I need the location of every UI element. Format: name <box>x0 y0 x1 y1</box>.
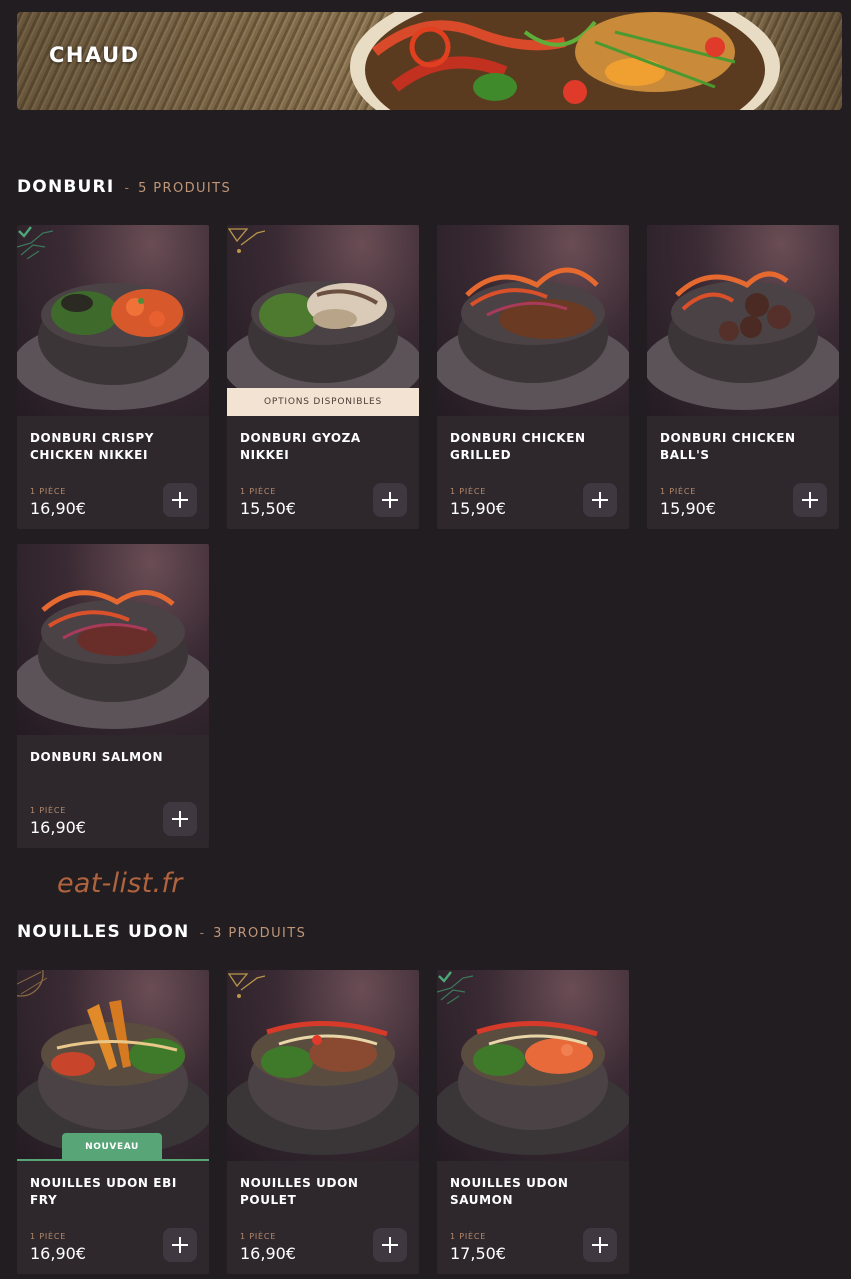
product-image <box>227 970 419 1161</box>
product-unit: 1 PIÈCE <box>240 487 277 496</box>
plus-icon <box>172 1237 188 1253</box>
product-card[interactable]: OPTIONS DISPONIBLES DONBURI GYOZA NIKKEI… <box>227 225 419 529</box>
product-image: OPTIONS DISPONIBLES <box>227 225 419 416</box>
new-badge: NOUVEAU <box>62 1133 162 1161</box>
product-image <box>17 225 209 416</box>
product-name: DONBURI CHICKEN BALL'S <box>660 431 796 462</box>
product-card[interactable]: DONBURI CHICKEN GRILLED 1 PIÈCE 15,90€ <box>437 225 629 529</box>
gold-leaf-icon <box>227 228 265 253</box>
product-image <box>647 225 839 416</box>
product-name: DONBURI GYOZA NIKKEI <box>240 431 361 462</box>
product-card[interactable]: NOUILLES UDON POULET 1 PIÈCE 16,90€ <box>227 970 419 1274</box>
section-product-count: 5 PRODUITS <box>138 181 232 196</box>
product-card[interactable]: DONBURI SALMON 1 PIÈCE 16,90€ <box>17 544 209 848</box>
gold-leaf-icon <box>227 973 265 998</box>
product-image: NOUVEAU <box>17 970 209 1161</box>
section-title: NOUILLES UDON <box>17 922 190 942</box>
watermark: eat-list.fr <box>57 868 183 899</box>
add-to-cart-button[interactable] <box>583 1228 617 1262</box>
product-name: DONBURI SALMON <box>30 750 164 764</box>
banner-food-image <box>350 12 780 110</box>
product-price: 16,90€ <box>30 818 86 837</box>
section-header-udon: NOUILLES UDON - 3 PRODUITS <box>17 922 306 942</box>
product-unit: 1 PIÈCE <box>660 487 697 496</box>
product-image <box>437 225 629 416</box>
section-title: DONBURI <box>17 177 115 197</box>
green-check-icon <box>17 226 54 259</box>
plus-icon <box>592 1237 608 1253</box>
banner-title: CHAUD <box>49 43 140 67</box>
product-unit: 1 PIÈCE <box>240 1232 277 1241</box>
product-price: 15,90€ <box>660 499 716 518</box>
product-name: DONBURI CRISPY CHICKEN NIKKEI <box>30 431 155 462</box>
product-unit: 1 PIÈCE <box>30 487 67 496</box>
product-price: 16,90€ <box>240 1244 296 1263</box>
product-name: NOUILLES UDON EBI FRY <box>30 1176 177 1207</box>
options-available-label: OPTIONS DISPONIBLES <box>227 388 419 416</box>
bronze-ornament-icon <box>17 970 48 997</box>
plus-icon <box>382 492 398 508</box>
product-name: DONBURI CHICKEN GRILLED <box>450 431 586 462</box>
add-to-cart-button[interactable] <box>163 483 197 517</box>
product-image <box>17 544 209 735</box>
section-header-donburi: DONBURI - 5 PRODUITS <box>17 177 231 197</box>
section-separator: - <box>199 926 205 941</box>
section-separator: - <box>124 181 130 196</box>
add-to-cart-button[interactable] <box>163 802 197 836</box>
plus-icon <box>172 492 188 508</box>
add-to-cart-button[interactable] <box>793 483 827 517</box>
product-name: NOUILLES UDON POULET <box>240 1176 359 1207</box>
product-unit: 1 PIÈCE <box>450 1232 487 1241</box>
product-price: 16,90€ <box>30 499 86 518</box>
add-to-cart-button[interactable] <box>163 1228 197 1262</box>
product-price: 16,90€ <box>30 1244 86 1263</box>
product-name: NOUILLES UDON SAUMON <box>450 1176 569 1207</box>
product-unit: 1 PIÈCE <box>30 806 67 815</box>
plus-icon <box>382 1237 398 1253</box>
plus-icon <box>592 492 608 508</box>
section-product-count: 3 PRODUITS <box>213 926 307 941</box>
product-card[interactable]: DONBURI CRISPY CHICKEN NIKKEI 1 PIÈCE 16… <box>17 225 209 529</box>
green-check-icon <box>437 971 474 1004</box>
add-to-cart-button[interactable] <box>583 483 617 517</box>
category-banner: CHAUD <box>17 12 842 110</box>
add-to-cart-button[interactable] <box>373 483 407 517</box>
product-price: 15,90€ <box>450 499 506 518</box>
product-unit: 1 PIÈCE <box>30 1232 67 1241</box>
plus-icon <box>802 492 818 508</box>
add-to-cart-button[interactable] <box>373 1228 407 1262</box>
product-image <box>437 970 629 1161</box>
product-price: 17,50€ <box>450 1244 506 1263</box>
plus-icon <box>172 811 188 827</box>
product-card[interactable]: NOUILLES UDON SAUMON 1 PIÈCE 17,50€ <box>437 970 629 1274</box>
product-card[interactable]: DONBURI CHICKEN BALL'S 1 PIÈCE 15,90€ <box>647 225 839 529</box>
product-unit: 1 PIÈCE <box>450 487 487 496</box>
product-price: 15,50€ <box>240 499 296 518</box>
product-card[interactable]: NOUVEAU NOUILLES UDON EBI FRY 1 PIÈCE 16… <box>17 970 209 1274</box>
